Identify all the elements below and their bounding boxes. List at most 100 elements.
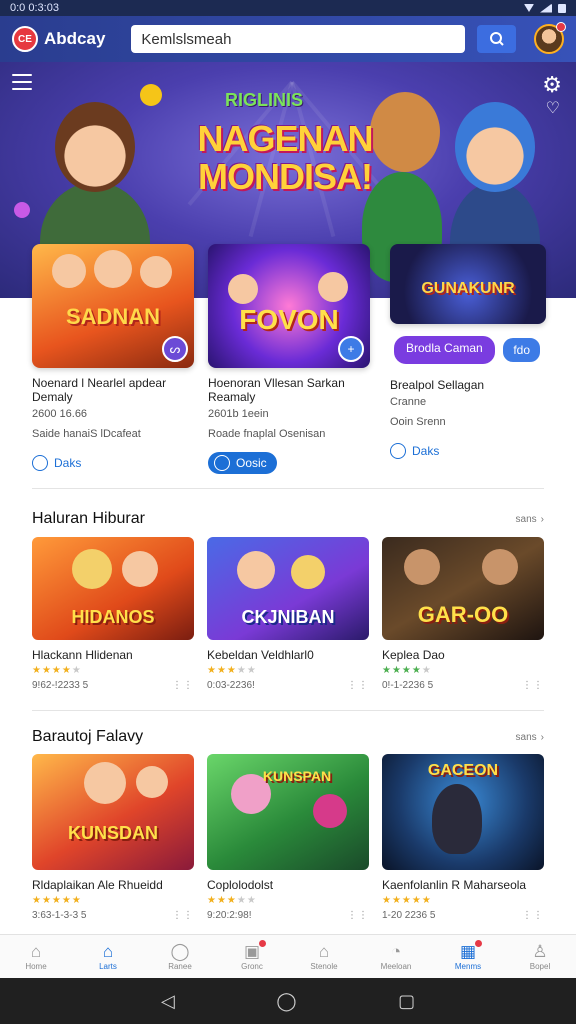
game-card-art-title: CKJNIBAN: [241, 607, 335, 627]
art-character: [432, 784, 482, 854]
game-meta: 0!-1-2236 5: [382, 680, 434, 691]
see-all-link[interactable]: sans ›: [516, 732, 544, 743]
game-row: KUNSDAN Rldaplaikan Ale Rhueidd ★★★★★ 3:…: [32, 754, 544, 921]
section-header: Haluran Hiburar sans ›: [32, 510, 544, 528]
more-options-icon[interactable]: ⋮⋮: [347, 680, 369, 691]
featured-card-meta: 2601b 1eein: [208, 408, 269, 420]
featured-card-badge-icon[interactable]: +: [338, 336, 364, 362]
game-card-art-title: GACEON: [427, 762, 499, 779]
star-rating: ★★★★★: [382, 895, 432, 906]
featured-card-badge-icon[interactable]: ᔕ: [162, 336, 188, 362]
featured-card-desc: Saide hanaiS lDcafeat: [32, 428, 141, 440]
grid-glyph: ▦: [459, 942, 477, 961]
nav-meeloan[interactable]: ◔ Meeloan: [366, 942, 426, 971]
star-rating: ★★★★★: [382, 665, 432, 676]
search-input[interactable]: [131, 25, 466, 53]
featured-card-action[interactable]: Daks: [32, 452, 81, 474]
game-card-image: CKJNIBAN: [207, 537, 369, 640]
art-character: [122, 551, 158, 587]
art-character: [84, 762, 126, 804]
notification-dot: [475, 940, 483, 947]
nav-larts[interactable]: ⌂ Larts: [78, 942, 138, 971]
featured-card-pills: Brodla Caman fdo: [390, 336, 546, 364]
featured-card-desc: Ooin Srenn: [390, 416, 446, 428]
featured-card-title: Brealpol Sellagan: [390, 378, 485, 392]
profile-icon: ♙: [532, 942, 548, 961]
hero-coin: [140, 84, 162, 106]
hamburger-menu-icon[interactable]: [12, 74, 32, 95]
search-icon: [489, 32, 504, 46]
featured-carousel: SADNAN ᔕ Noenard l Nearlel apdear Demaly…: [32, 244, 552, 474]
featured-card[interactable]: SADNAN ᔕ Noenard l Nearlel apdear Demaly…: [32, 244, 194, 476]
game-card-art-title: HIDANOS: [71, 607, 155, 627]
featured-pill-small[interactable]: fdo: [501, 336, 542, 364]
art-character: [313, 794, 347, 828]
nav-menms[interactable]: ▦ Menms: [438, 940, 498, 971]
game-card[interactable]: GAR-OO Keplea Dao ★★★★★ 0!-1-2236 5 ⋮⋮: [382, 537, 544, 691]
nav-label: Ranee: [168, 962, 192, 971]
game-card[interactable]: GACEON Kaenfolanlin R Maharseola ★★★★★ 1…: [382, 754, 544, 921]
heart-icon[interactable]: ♡: [546, 98, 560, 118]
chevron-right-icon: ›: [540, 731, 544, 743]
nav-ranee[interactable]: ◯ Ranee: [150, 942, 210, 971]
featured-card-action[interactable]: Oosic: [208, 452, 277, 474]
game-footer: 3:63-1-3-3 5 ⋮⋮: [32, 910, 194, 921]
nav-gronc[interactable]: ▣ Gronc: [222, 940, 282, 971]
featured-card-action-label: Oosic: [236, 456, 267, 470]
gear-icon[interactable]: ⚙: [542, 72, 562, 98]
game-card-art-title: GAR-OO: [417, 602, 509, 627]
featured-card[interactable]: GUNAKUNR Brodla Caman fdo Brealpol Sella…: [390, 244, 546, 464]
see-all-link[interactable]: sans ›: [516, 514, 544, 525]
more-options-icon[interactable]: ⋮⋮: [522, 680, 544, 691]
game-meta: 1-20 2236 5: [382, 910, 436, 921]
more-options-icon[interactable]: ⋮⋮: [172, 910, 194, 921]
notification-dot: [556, 22, 566, 32]
check-circle-icon: [32, 455, 48, 471]
game-card[interactable]: KUNSPAN Coplolodolst ★★★★★ 9:20:2:98! ⋮⋮: [207, 754, 369, 921]
home-circle-icon[interactable]: ◯: [276, 991, 296, 1012]
art-character: [52, 254, 86, 288]
nav-bopel[interactable]: ♙ Bopel: [510, 942, 570, 971]
house-filled-icon: ⌂: [102, 942, 114, 961]
game-card[interactable]: HIDANOS Hlackann Hlidenan ★★★★★ 9!62-!22…: [32, 537, 194, 691]
grid-icon: ▦: [459, 940, 483, 962]
back-icon[interactable]: ◁: [161, 991, 175, 1012]
nav-stenole[interactable]: ⌂ Stenole: [294, 942, 354, 971]
brand-logo[interactable]: CE Abdcay: [12, 26, 105, 52]
game-card[interactable]: KUNSDAN Rldaplaikan Ale Rhueidd ★★★★★ 3:…: [32, 754, 194, 921]
game-card-art-title: KUNSPAN: [262, 768, 332, 784]
check-circle-icon: [390, 443, 406, 459]
search-button[interactable]: [477, 25, 516, 53]
featured-card-desc: Roade fnaplal Osenisan: [208, 428, 326, 440]
recents-icon[interactable]: ▢: [398, 991, 415, 1012]
status-bar: 0:0 0:3:03: [0, 0, 576, 16]
art-character: [318, 272, 348, 302]
art-character: [404, 549, 440, 585]
featured-card-title: Hoenoran Vllesan Sarkan Reamaly: [208, 376, 345, 404]
game-meta: 9!62-!2233 5: [32, 680, 89, 691]
system-navigation-bar: ◁ ◯ ▢: [0, 978, 576, 1024]
art-character: [237, 551, 275, 589]
featured-card-art-title: SADNAN: [65, 304, 161, 329]
section-header: Barautoj Falavy sans ›: [32, 728, 544, 746]
gift-icon: ▣: [244, 940, 267, 962]
featured-card-action-label: Daks: [54, 456, 82, 470]
game-footer: 0:03-2236! ⋮⋮: [207, 680, 369, 691]
more-options-icon[interactable]: ⋮⋮: [522, 910, 544, 921]
featured-card-image: FOVON +: [208, 244, 370, 368]
nav-home[interactable]: ⌂ Home: [6, 942, 66, 971]
featured-card[interactable]: FOVON + Hoenoran Vllesan Sarkan Reamaly …: [208, 244, 370, 476]
game-card-image: HIDANOS: [32, 537, 194, 640]
game-card-image: GACEON: [382, 754, 544, 870]
featured-card-action-label: Daks: [412, 444, 440, 458]
game-card[interactable]: CKJNIBAN Kebeldan Veldhlarl0 ★★★★★ 0:03-…: [207, 537, 369, 691]
game-meta: 3:63-1-3-3 5: [32, 910, 87, 921]
more-options-icon[interactable]: ⋮⋮: [347, 910, 369, 921]
game-row: HIDANOS Hlackann Hlidenan ★★★★★ 9!62-!22…: [32, 537, 544, 691]
star-rating: ★★★★★: [207, 665, 257, 676]
game-name: Hlackann Hlidenan: [32, 648, 133, 662]
user-avatar-button[interactable]: [534, 22, 566, 54]
more-options-icon[interactable]: ⋮⋮: [172, 680, 194, 691]
featured-pill-button[interactable]: Brodla Caman: [394, 336, 495, 364]
featured-card-action[interactable]: Daks: [390, 440, 439, 462]
